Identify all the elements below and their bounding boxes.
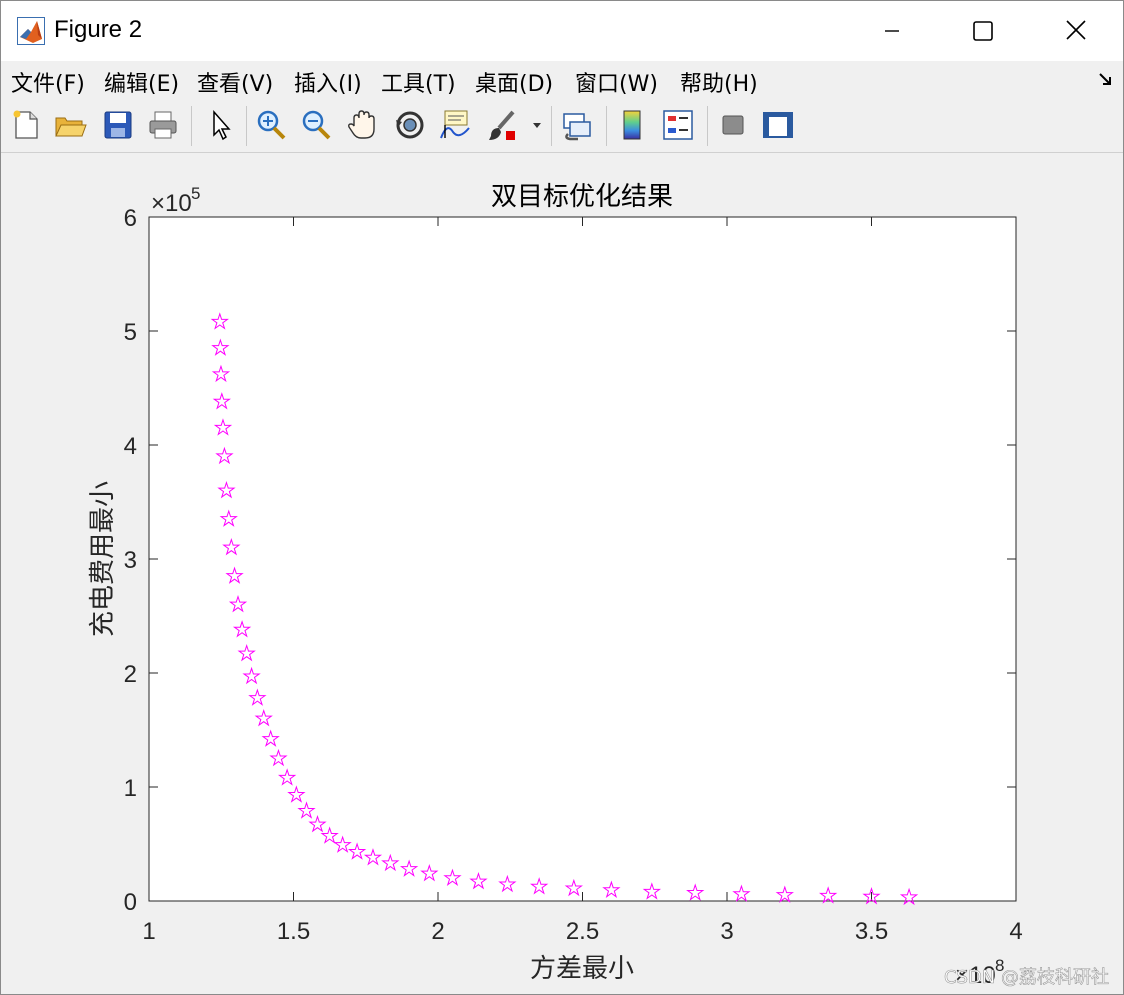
menu-view[interactable]: 查看(V) bbox=[197, 66, 273, 98]
edit-plot-arrow-icon bbox=[213, 110, 231, 141]
minimize-button[interactable] bbox=[847, 1, 937, 61]
zoom-out-button[interactable] bbox=[299, 108, 333, 142]
pan-hand-icon bbox=[348, 110, 375, 139]
maximize-button[interactable] bbox=[937, 1, 1027, 61]
save-button[interactable] bbox=[101, 108, 135, 142]
y-tick-label: 5 bbox=[124, 319, 137, 346]
menu-insert[interactable]: 插入(I) bbox=[294, 66, 362, 98]
y-tick-label: 1 bbox=[124, 775, 137, 802]
axes-box[interactable] bbox=[148, 216, 1017, 902]
insert-colorbar-icon bbox=[623, 110, 641, 140]
show-plot-tools-icon bbox=[763, 112, 793, 138]
zoom-in-button[interactable] bbox=[254, 108, 288, 142]
brush-icon bbox=[489, 110, 515, 140]
hide-plot-tools-icon bbox=[722, 115, 744, 135]
edit-plot-button[interactable] bbox=[204, 108, 238, 142]
new-figure-button[interactable] bbox=[9, 108, 43, 142]
link-plot-button[interactable] bbox=[560, 108, 594, 142]
toolbar-separator bbox=[707, 106, 708, 146]
insert-colorbar-button[interactable] bbox=[615, 108, 649, 142]
hide-plot-tools-button[interactable] bbox=[716, 108, 750, 142]
toolbar-separator bbox=[191, 106, 192, 146]
x-tick-label: 1.5 bbox=[277, 918, 310, 945]
menu-tools[interactable]: 工具(T) bbox=[381, 66, 456, 98]
y-tick-label: 3 bbox=[124, 547, 137, 574]
toolbar-separator bbox=[551, 106, 552, 146]
new-figure-icon bbox=[13, 110, 38, 139]
menu-edit[interactable]: 编辑(E) bbox=[104, 66, 179, 98]
show-plot-tools-button[interactable] bbox=[761, 108, 795, 142]
toolbar-separator bbox=[606, 106, 607, 146]
y-tick-label: 2 bbox=[124, 661, 137, 688]
menu-file[interactable]: 文件(F) bbox=[11, 66, 85, 98]
figure-toolbar bbox=[1, 100, 1123, 153]
close-icon bbox=[1066, 20, 1086, 40]
print-button[interactable] bbox=[146, 108, 180, 142]
x-tick-label: 1 bbox=[142, 918, 155, 945]
watermark-text: CSDN @荔枝科研社 bbox=[944, 967, 1109, 988]
brush-button[interactable] bbox=[485, 108, 519, 142]
brush-dropdown-button[interactable] bbox=[529, 108, 545, 142]
figure-window: Figure 2 文件(F) 编辑(E) 查看(V) 插入(I) 工具(T) 桌… bbox=[0, 0, 1124, 995]
menu-help[interactable]: 帮助(H) bbox=[680, 66, 758, 98]
toolbar-separator bbox=[246, 106, 247, 146]
plot-svg: 1 1.5 2 2.5 3 3.5 40123456 双目标优化结果 方差最小 充电费用最小… bbox=[88, 182, 1109, 989]
brush-dropdown-icon bbox=[533, 123, 541, 128]
data-cursor-button[interactable] bbox=[437, 108, 471, 142]
x-tick-label: 2 bbox=[431, 918, 444, 945]
open-file-icon bbox=[55, 117, 87, 137]
close-button[interactable] bbox=[1031, 1, 1121, 61]
menu-window[interactable]: 窗口(W) bbox=[575, 66, 658, 98]
x-tick-label: 3 bbox=[720, 918, 733, 945]
x-tick-label: 2.5 bbox=[566, 918, 599, 945]
zoom-in-icon bbox=[257, 110, 286, 140]
y-axis-label: 充电费用最小 bbox=[88, 481, 118, 637]
title-bar: Figure 2 bbox=[1, 1, 1123, 61]
dock-arrow-icon[interactable] bbox=[1098, 71, 1114, 87]
y-exponent-power: 5 bbox=[191, 184, 200, 203]
y-tick-label: 0 bbox=[124, 889, 137, 916]
window-title: Figure 2 bbox=[54, 16, 143, 43]
link-plot-icon bbox=[563, 113, 591, 141]
rotate-3d-icon bbox=[396, 111, 424, 139]
y-exponent-label: ×10 bbox=[151, 190, 192, 217]
insert-legend-icon bbox=[663, 110, 693, 140]
zoom-out-icon bbox=[302, 110, 331, 140]
minimize-icon bbox=[885, 30, 899, 32]
maximize-icon bbox=[973, 21, 993, 41]
matlab-logo-icon bbox=[17, 17, 45, 45]
y-tick-label: 4 bbox=[124, 433, 137, 460]
menu-bar: 文件(F) 编辑(E) 查看(V) 插入(I) 工具(T) 桌面(D) 窗口(W… bbox=[1, 61, 1123, 99]
save-icon bbox=[104, 111, 132, 139]
insert-legend-button[interactable] bbox=[661, 108, 695, 142]
x-tick-label: 4 bbox=[1009, 918, 1022, 945]
figure-canvas[interactable]: 1 1.5 2 2.5 3 3.5 4 0 1 2 3 4 5 6 双目标优化结果 方差最小 充电费用最小… bbox=[1, 153, 1123, 994]
print-icon bbox=[149, 111, 177, 139]
data-cursor-icon bbox=[440, 110, 470, 139]
menu-desktop[interactable]: 桌面(D) bbox=[475, 66, 553, 98]
pan-button[interactable] bbox=[346, 108, 380, 142]
chart-title: 双目标优化结果 bbox=[491, 182, 673, 212]
x-axis-label: 方差最小 bbox=[530, 954, 634, 984]
open-file-button[interactable] bbox=[53, 108, 87, 142]
rotate-3d-button[interactable] bbox=[393, 108, 427, 142]
x-tick-label: 3.5 bbox=[855, 918, 888, 945]
y-tick-label: 6 bbox=[124, 205, 137, 232]
